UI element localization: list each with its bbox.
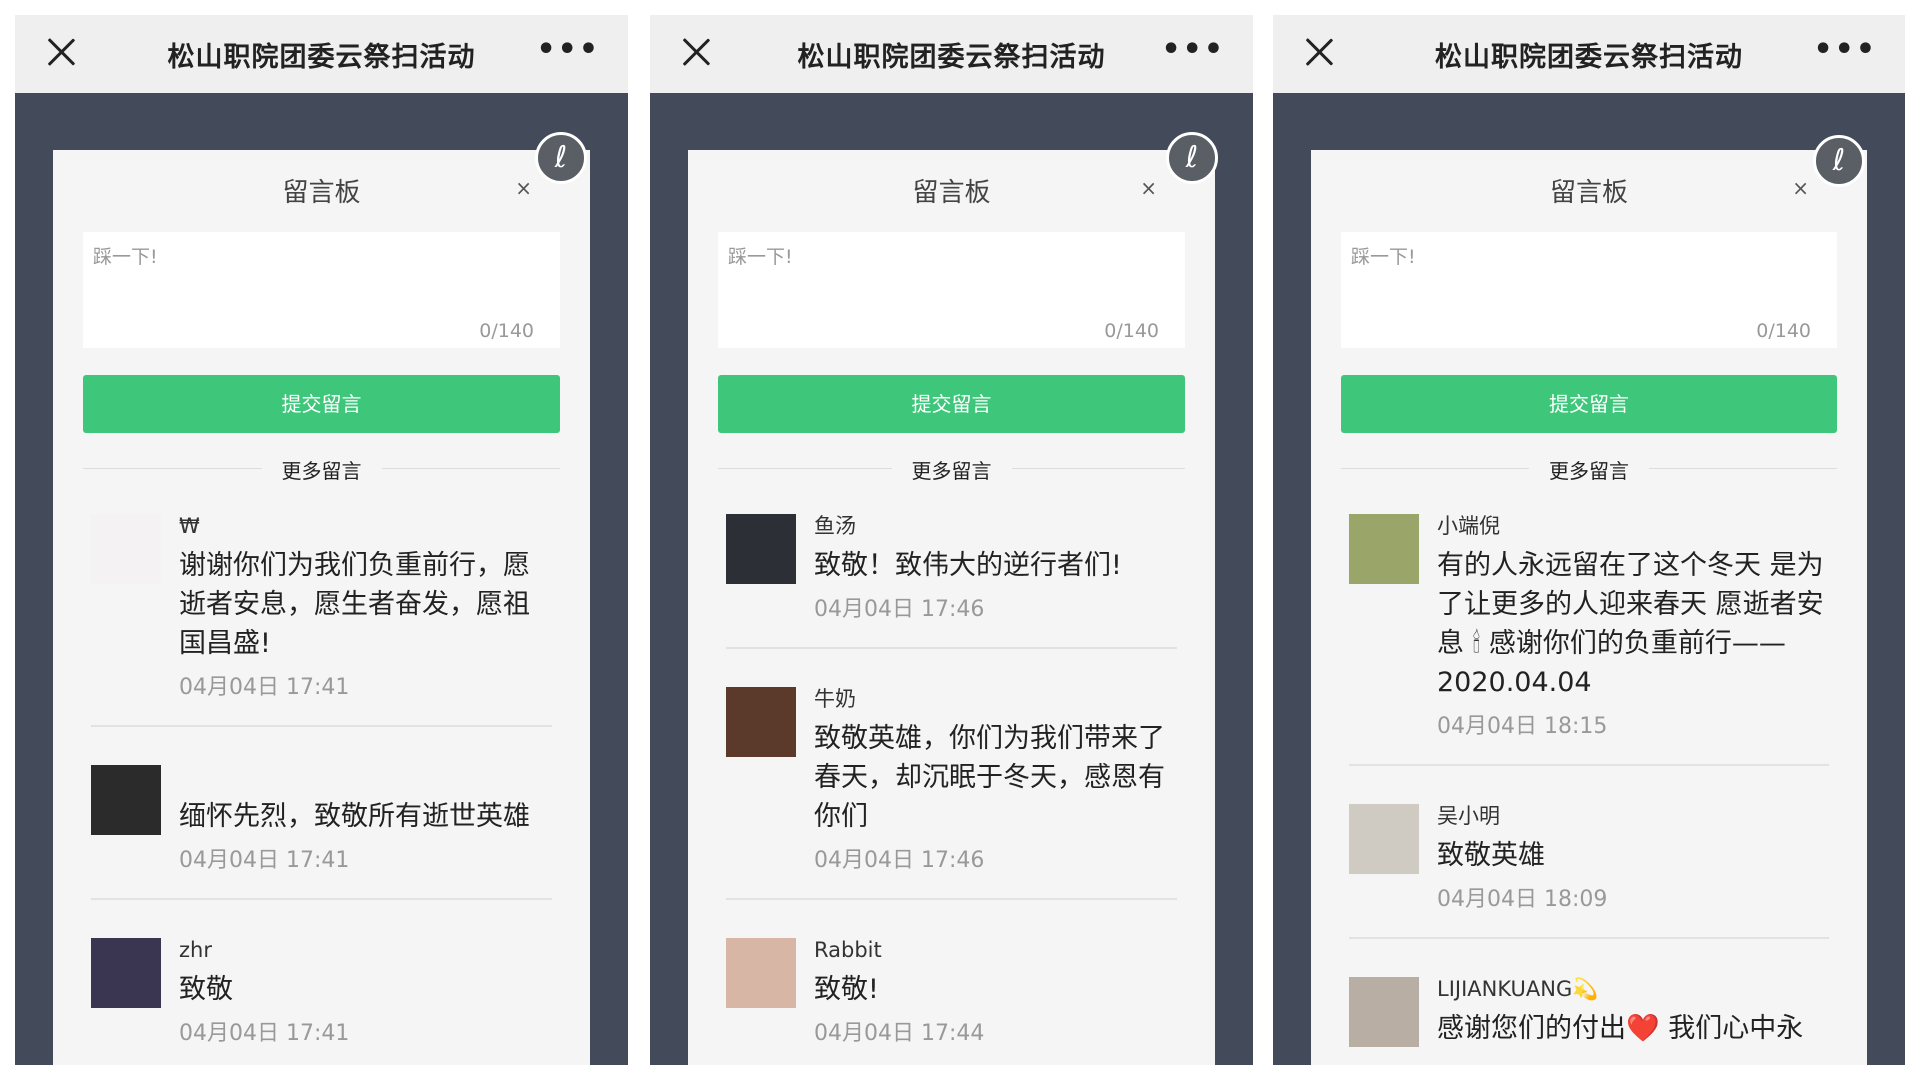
avatar[interactable] bbox=[726, 514, 796, 584]
more-messages-label: 更多留言 bbox=[891, 455, 1012, 484]
comment-time: 04月04日 17:44 bbox=[814, 1021, 985, 1046]
submit-message-button[interactable]: 提交留言 bbox=[718, 375, 1185, 433]
close-icon[interactable] bbox=[1305, 37, 1335, 67]
comment-author: 小端倪 bbox=[1437, 514, 1500, 538]
board-title: 留言板 bbox=[282, 178, 361, 208]
message-board: 留言板 × 踩一下! 0/140 提交留言 更多留言 鱼汤 致敬！致伟大的逆行者… bbox=[688, 150, 1215, 1065]
avatar[interactable] bbox=[1349, 804, 1419, 874]
comment-time: 04月04日 17:41 bbox=[179, 675, 350, 700]
phone-screen-3: 松山职院团委云祭扫活动 ••• 留言板 × 踩一下! 0/140 提交留言 更多… bbox=[1273, 15, 1905, 1065]
board-title: 留言板 bbox=[912, 178, 991, 208]
list-item: 牛奶 致敬英雄，你们为我们带来了春天，却沉眠于冬天，感恩有你们 04月04日 1… bbox=[726, 673, 1177, 900]
comment-author: 吴小明 bbox=[1437, 804, 1500, 828]
message-placeholder: 踩一下! bbox=[1351, 246, 1416, 268]
list-item: 鱼汤 致敬！致伟大的逆行者们! 04月04日 17:46 bbox=[726, 500, 1177, 649]
comment-text: 致敬英雄，你们为我们带来了春天，却沉眠于冬天，感恩有你们 bbox=[814, 723, 1165, 832]
close-icon[interactable] bbox=[682, 37, 712, 67]
list-item: zhr 致敬 04月04日 17:41 bbox=[91, 924, 552, 1065]
message-input[interactable]: 踩一下! 0/140 bbox=[718, 232, 1185, 348]
comment-time: 04月04日 17:41 bbox=[179, 1021, 350, 1046]
message-input[interactable]: 踩一下! 0/140 bbox=[83, 232, 560, 348]
comment-list: 鱼汤 致敬！致伟大的逆行者们! 04月04日 17:46 牛奶 致敬英雄，你们为… bbox=[726, 500, 1177, 1065]
leaf-icon[interactable]: ℓ bbox=[1813, 135, 1865, 187]
comment-text: 致敬! bbox=[814, 974, 879, 1005]
message-board: 留言板 × 踩一下! 0/140 提交留言 更多留言 ₩ 谢谢你们为我们负重前行… bbox=[53, 150, 590, 1065]
avatar[interactable] bbox=[726, 687, 796, 757]
avatar[interactable] bbox=[1349, 977, 1419, 1047]
page-title: 松山职院团委云祭扫活动 bbox=[167, 42, 476, 73]
avatar[interactable] bbox=[91, 765, 161, 835]
more-messages-divider: 更多留言 bbox=[1341, 455, 1837, 484]
phone-screen-1: 松山职院团委云祭扫活动 ••• 留言板 × 踩一下! 0/140 提交留言 更多… bbox=[15, 15, 628, 1065]
more-messages-label: 更多留言 bbox=[261, 455, 382, 484]
title-bar: 松山职院团委云祭扫活动 ••• bbox=[650, 15, 1253, 93]
comment-list: ₩ 谢谢你们为我们负重前行，愿逝者安息，愿生者奋发，愿祖国昌盛! 04月04日 … bbox=[91, 500, 552, 1065]
submit-message-button[interactable]: 提交留言 bbox=[83, 375, 560, 433]
message-board: 留言板 × 踩一下! 0/140 提交留言 更多留言 小端倪 有的人永远留在了这… bbox=[1311, 150, 1867, 1065]
comment-author: 牛奶 bbox=[814, 687, 856, 711]
avatar[interactable] bbox=[726, 938, 796, 1008]
list-item: 吴小明 致敬英雄 04月04日 18:09 bbox=[1349, 790, 1829, 939]
more-options-icon[interactable]: ••• bbox=[1813, 35, 1877, 65]
comment-text: 致敬 bbox=[179, 974, 233, 1005]
comment-author bbox=[179, 763, 552, 791]
leaf-icon[interactable]: ℓ bbox=[1166, 132, 1218, 184]
comment-author: Rabbit bbox=[814, 938, 882, 962]
avatar[interactable] bbox=[91, 514, 161, 584]
more-options-icon[interactable]: ••• bbox=[536, 35, 600, 65]
more-messages-label: 更多留言 bbox=[1529, 455, 1649, 484]
comment-text: 感谢您们的付出❤️ 我们心中永 bbox=[1437, 1013, 1804, 1044]
comment-time: 04月04日 17:41 bbox=[179, 848, 350, 873]
message-input[interactable]: 踩一下! 0/140 bbox=[1341, 232, 1837, 348]
leaf-icon[interactable]: ℓ bbox=[535, 132, 587, 184]
close-icon[interactable] bbox=[47, 37, 77, 67]
title-bar: 松山职院团委云祭扫活动 ••• bbox=[15, 15, 628, 93]
submit-message-button[interactable]: 提交留言 bbox=[1341, 375, 1837, 433]
comment-author: LIJIANKUANG💫 bbox=[1437, 977, 1599, 1001]
more-messages-divider: 更多留言 bbox=[83, 455, 560, 484]
list-item: 缅怀先烈，致敬所有逝世英雄 04月04日 17:41 bbox=[91, 751, 552, 900]
comment-author: 鱼汤 bbox=[814, 514, 856, 538]
comment-list: 小端倪 有的人永远留在了这个冬天 是为了让更多的人迎来春天 愿逝者安息 🕯 感谢… bbox=[1349, 500, 1829, 1065]
list-item: 小端倪 有的人永远留在了这个冬天 是为了让更多的人迎来春天 愿逝者安息 🕯 感谢… bbox=[1349, 500, 1829, 766]
char-count: 0/140 bbox=[479, 320, 534, 342]
comment-text: 缅怀先烈，致敬所有逝世英雄 bbox=[179, 801, 530, 832]
comment-time: 04月04日 17:46 bbox=[814, 848, 985, 873]
board-close-button[interactable]: × bbox=[1140, 176, 1157, 200]
comment-time: 04月04日 18:09 bbox=[1437, 887, 1608, 912]
phone-screen-2: 松山职院团委云祭扫活动 ••• 留言板 × 踩一下! 0/140 提交留言 更多… bbox=[650, 15, 1253, 1065]
message-placeholder: 踩一下! bbox=[93, 246, 158, 268]
list-item: ₩ 谢谢你们为我们负重前行，愿逝者安息，愿生者奋发，愿祖国昌盛! 04月04日 … bbox=[91, 500, 552, 727]
avatar[interactable] bbox=[91, 938, 161, 1008]
title-bar: 松山职院团委云祭扫活动 ••• bbox=[1273, 15, 1905, 93]
board-close-button[interactable]: × bbox=[1792, 176, 1809, 200]
more-messages-divider: 更多留言 bbox=[718, 455, 1185, 484]
list-item: LIJIANKUANG💫 感谢您们的付出❤️ 我们心中永 bbox=[1349, 963, 1829, 1065]
comment-author: zhr bbox=[179, 938, 212, 962]
comment-text: 致敬英雄 bbox=[1437, 840, 1545, 871]
page-title: 松山职院团委云祭扫活动 bbox=[1435, 42, 1743, 73]
comment-time: 04月04日 18:15 bbox=[1437, 714, 1608, 739]
comment-text: 谢谢你们为我们负重前行，愿逝者安息，愿生者奋发，愿祖国昌盛! bbox=[179, 550, 530, 659]
board-close-button[interactable]: × bbox=[515, 176, 532, 200]
comment-author: ₩ bbox=[179, 514, 200, 538]
char-count: 0/140 bbox=[1104, 320, 1159, 342]
message-placeholder: 踩一下! bbox=[728, 246, 793, 268]
avatar[interactable] bbox=[1349, 514, 1419, 584]
page-title: 松山职院团委云祭扫活动 bbox=[797, 42, 1106, 73]
char-count: 0/140 bbox=[1756, 320, 1811, 342]
more-options-icon[interactable]: ••• bbox=[1161, 35, 1225, 65]
list-item: Rabbit 致敬! 04月04日 17:44 bbox=[726, 924, 1177, 1065]
comment-time: 04月04日 17:46 bbox=[814, 597, 985, 622]
comment-text: 致敬！致伟大的逆行者们! bbox=[814, 550, 1122, 581]
comment-text: 有的人永远留在了这个冬天 是为了让更多的人迎来春天 愿逝者安息 🕯 感谢你们的负… bbox=[1437, 550, 1824, 698]
board-title: 留言板 bbox=[1549, 178, 1628, 208]
